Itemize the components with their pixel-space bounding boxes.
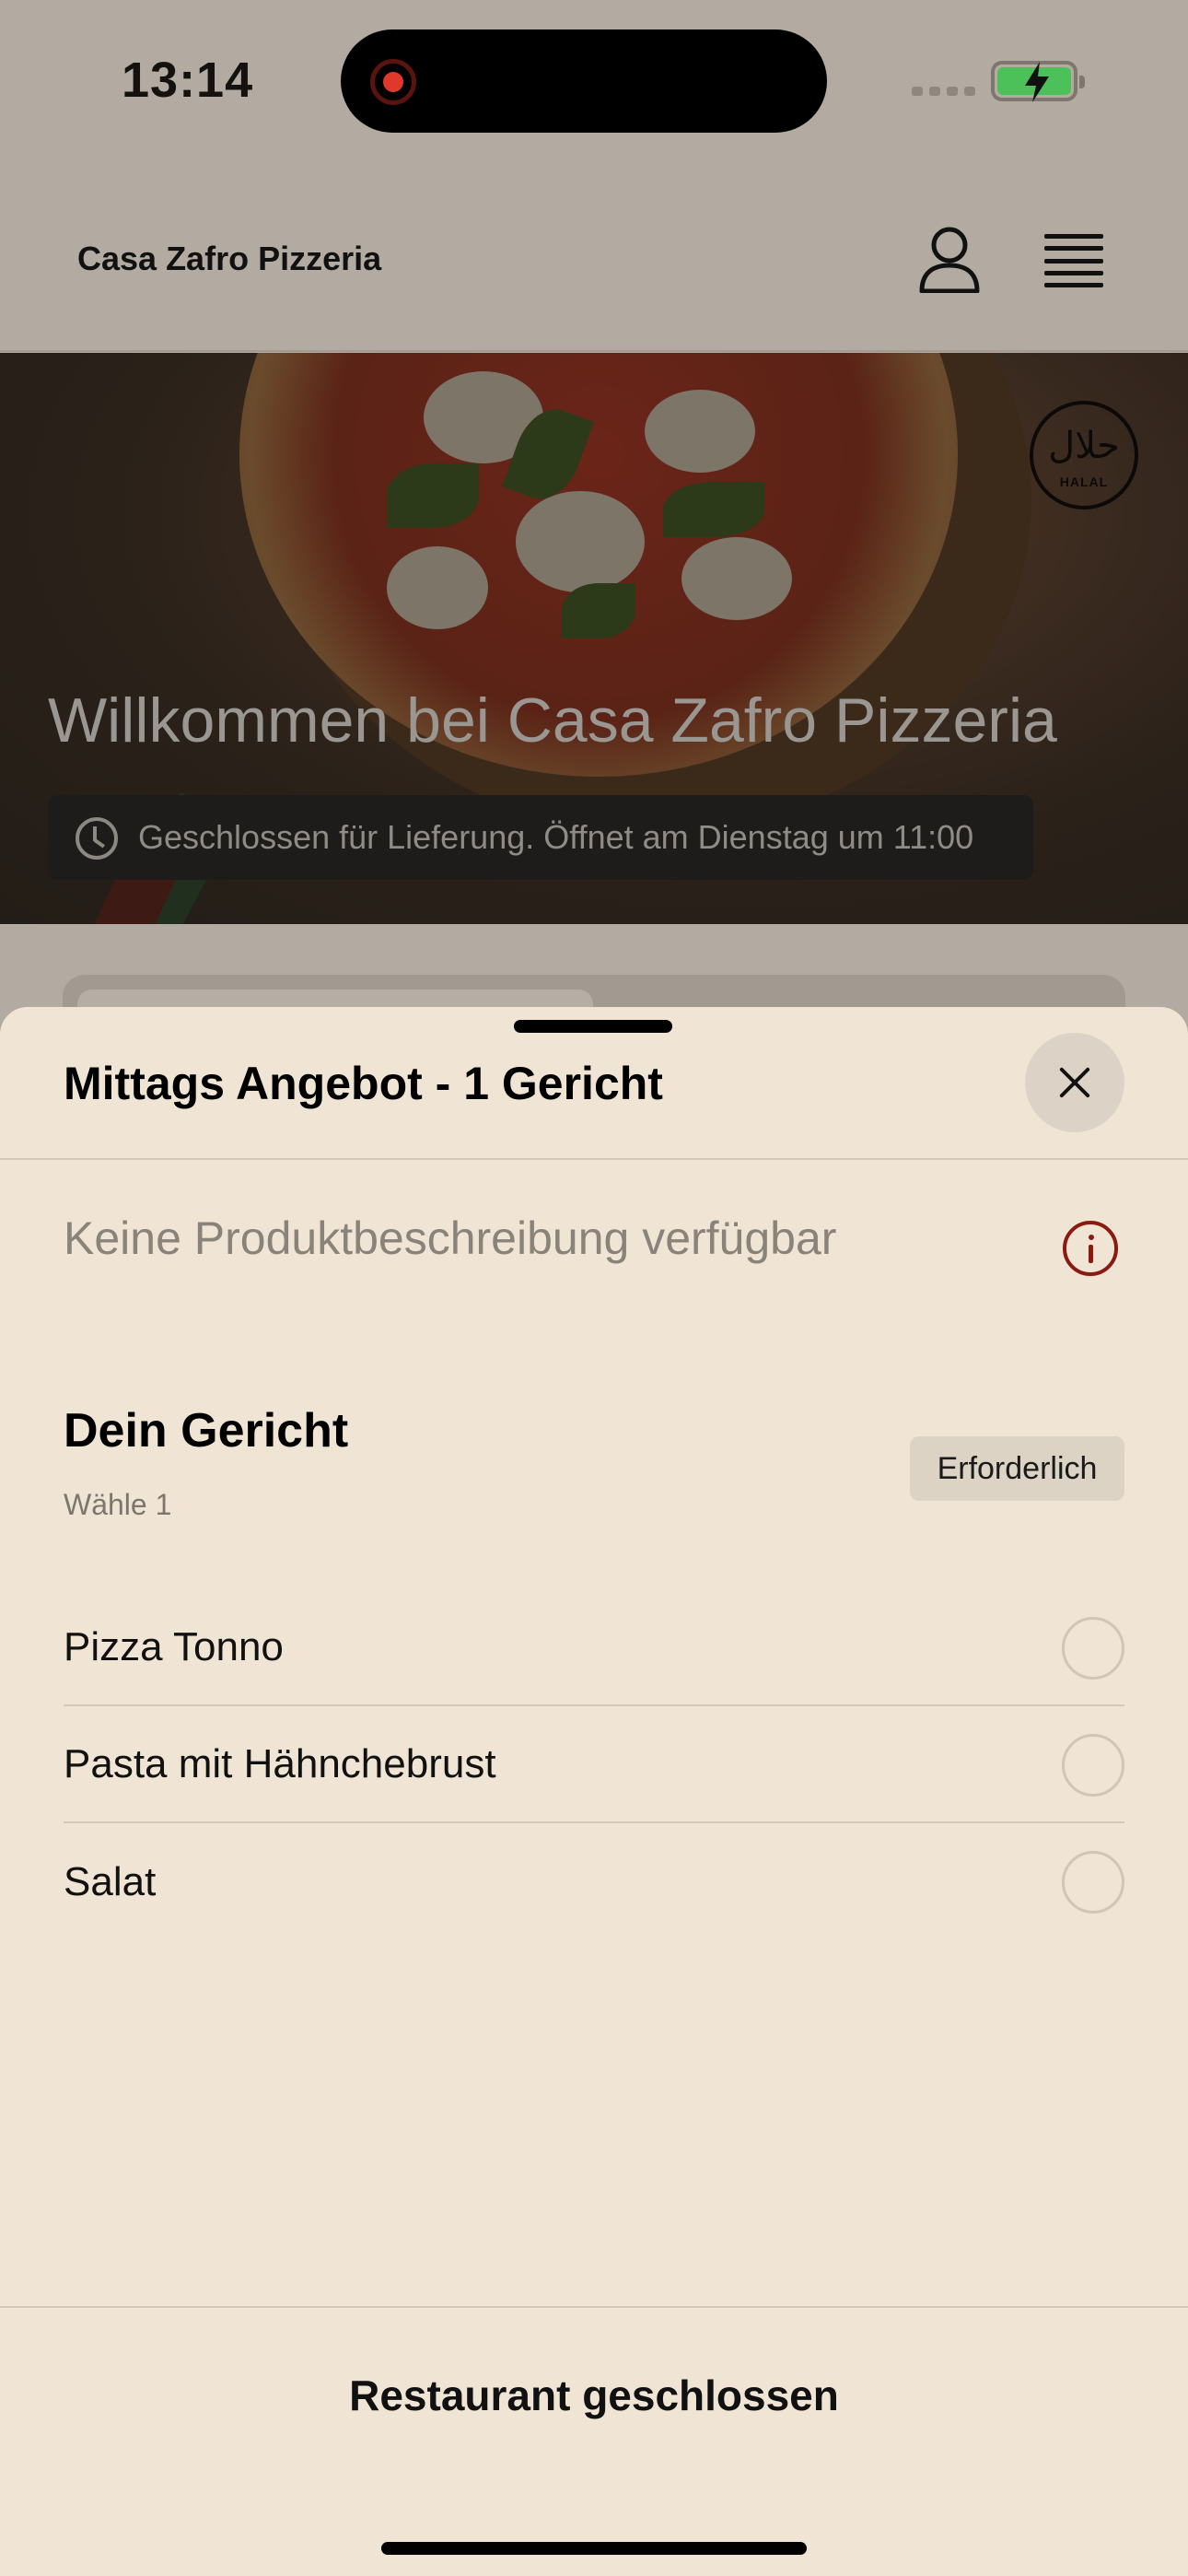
- option-label: Pizza Tonno: [64, 1623, 284, 1669]
- delivery-status-banner: Geschlossen für Lieferung. Öffnet am Die…: [48, 795, 1033, 880]
- divider: [0, 1158, 1188, 1160]
- option-list: Pizza Tonno Pasta mit Hähnchebrust Salat: [64, 1589, 1124, 1940]
- status-time: 13:14: [122, 53, 254, 108]
- menu-icon[interactable]: [1044, 234, 1103, 287]
- sheet-grabber[interactable]: [514, 1020, 672, 1033]
- info-icon[interactable]: [1063, 1221, 1118, 1276]
- status-bar: 13:14: [0, 0, 1188, 166]
- option-item[interactable]: Pasta mit Hähnchebrust: [64, 1706, 1124, 1823]
- product-description: Keine Produktbeschreibung verfügbar: [64, 1212, 837, 1264]
- radio-button[interactable]: [1062, 1851, 1124, 1914]
- option-item[interactable]: Salat: [64, 1823, 1124, 1940]
- option-label: Pasta mit Hähnchebrust: [64, 1740, 496, 1786]
- option-label: Salat: [64, 1858, 157, 1904]
- radio-button[interactable]: [1062, 1617, 1124, 1680]
- signal-icon: [912, 87, 975, 96]
- required-badge: Erforderlich: [910, 1436, 1124, 1501]
- dynamic-island: [341, 29, 827, 133]
- radio-button[interactable]: [1062, 1734, 1124, 1797]
- delivery-status-text: Geschlossen für Lieferung. Öffnet am Die…: [138, 818, 974, 856]
- user-icon[interactable]: [917, 227, 982, 293]
- sheet-title: Mittags Angebot - 1 Gericht: [64, 1058, 663, 1109]
- option-group-title: Dein Gericht: [64, 1404, 349, 1458]
- hero-title: Willkommen bei Casa Zafro Pizzeria: [48, 685, 1057, 755]
- record-icon: [370, 59, 416, 105]
- clock-icon: [76, 817, 118, 860]
- close-button[interactable]: [1025, 1033, 1124, 1132]
- battery-icon: [991, 61, 1085, 102]
- option-item[interactable]: Pizza Tonno: [64, 1589, 1124, 1706]
- home-indicator: [381, 2542, 807, 2555]
- hero-banner: حلال HALAL Willkommen bei Casa Zafro Piz…: [0, 353, 1188, 924]
- option-group-subtitle: Wähle 1: [64, 1488, 172, 1521]
- product-sheet: Mittags Angebot - 1 Gericht Keine Produk…: [0, 1007, 1188, 2576]
- brand-name: Casa Zafro Pizzeria: [77, 240, 382, 277]
- halal-icon: حلال HALAL: [1030, 401, 1138, 509]
- app-header: Casa Zafro Pizzeria: [0, 166, 1188, 352]
- footer-divider: [0, 2306, 1188, 2308]
- restaurant-closed-button[interactable]: Restaurant geschlossen: [0, 2371, 1188, 2420]
